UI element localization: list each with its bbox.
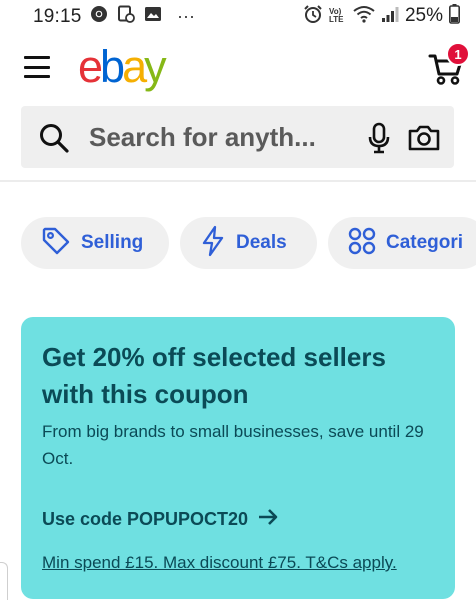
android-auto-icon [117, 5, 135, 28]
promo-subtitle: From big brands to small businesses, sav… [42, 422, 424, 468]
status-right-icons: Vo) LTE 25% [303, 3, 460, 29]
signal-icon [381, 5, 399, 28]
promo-card[interactable]: Get 20% off selected sellers with this c… [21, 317, 455, 599]
grid-icon [348, 227, 376, 260]
status-left-icons: ··· [90, 5, 195, 28]
battery-percentage: 25% [404, 5, 443, 26]
alarm-icon [303, 4, 323, 29]
chip-label: Selling [81, 232, 144, 253]
search-input[interactable] [89, 120, 337, 154]
chip-selling[interactable]: Selling [21, 217, 169, 269]
microphone-icon[interactable] [367, 122, 391, 159]
image-icon [144, 5, 162, 28]
app-header: ebay 1 [0, 34, 476, 104]
header-divider [0, 180, 476, 182]
chrome-icon [90, 5, 108, 28]
chip-categories[interactable]: Categori [328, 217, 476, 269]
promo-code-label: Use code POPUPOCT20 [42, 509, 249, 529]
battery-icon [449, 3, 460, 29]
promo-terms-link[interactable]: Min spend £15. Max discount £75. T&Cs ap… [42, 553, 397, 573]
volte-icon: Vo) LTE [328, 7, 344, 24]
chip-label: Categori [386, 232, 464, 253]
promo-title: Get 20% off selected sellers with this c… [42, 342, 386, 409]
search-bar[interactable] [21, 106, 454, 168]
promo-code-link[interactable]: Use code POPUPOCT20 [42, 508, 278, 531]
wifi-icon [353, 5, 375, 28]
hamburger-menu-icon[interactable] [24, 56, 50, 78]
status-bar: 19:15 ··· Vo) LTE 25% [0, 0, 476, 34]
ebay-logo[interactable]: ebay [78, 44, 167, 89]
status-time: 19:15 [33, 6, 82, 27]
cart-count-badge: 1 [446, 42, 470, 66]
arrow-right-icon [258, 508, 278, 531]
tag-icon [41, 226, 71, 261]
edge-handle [0, 562, 8, 600]
more-icon: ··· [177, 5, 195, 26]
chip-label: Deals [236, 232, 287, 253]
search-icon [39, 123, 69, 158]
chip-deals[interactable]: Deals [180, 217, 317, 269]
quick-links: Selling Deals Categori [21, 217, 476, 269]
camera-icon[interactable] [407, 124, 441, 157]
lightning-icon [200, 225, 226, 262]
